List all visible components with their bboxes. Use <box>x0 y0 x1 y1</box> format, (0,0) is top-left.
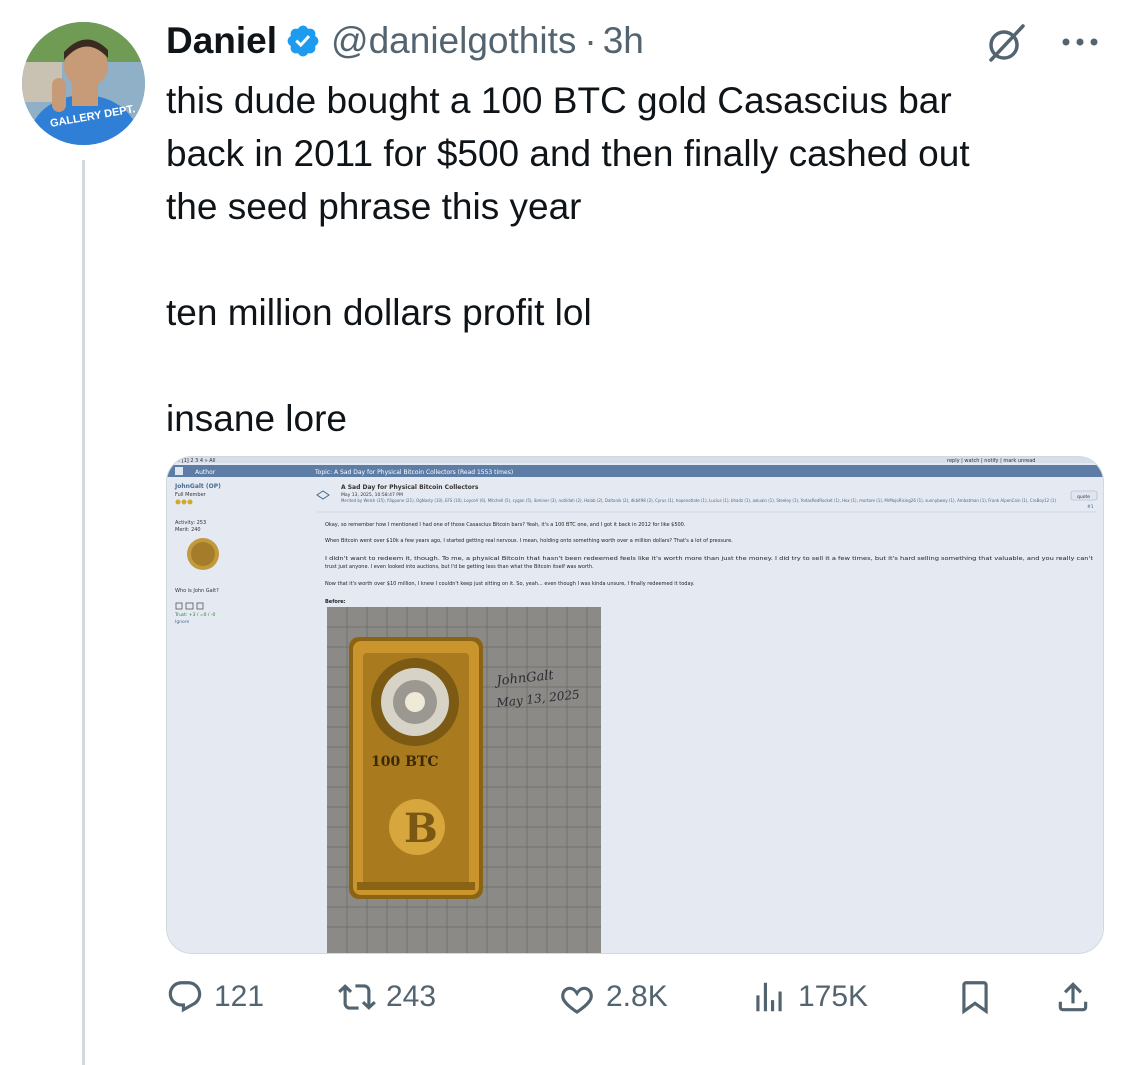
bookmark-icon <box>962 981 988 1015</box>
like-button[interactable]: 2.8K <box>558 972 668 1022</box>
forum-trust: Trust: +3 / =0 / -0 <box>174 612 215 618</box>
forum-top-links[interactable]: reply | watch | notify | mark unread <box>947 458 1035 464</box>
forum-activity: Activity: 253 <box>175 520 206 526</box>
forum-post-number: #1 <box>1087 504 1094 510</box>
share-icon <box>1058 982 1088 1012</box>
forum-quote-button[interactable]: quote <box>1077 494 1090 500</box>
forum-post-paragraph: trust just anyone. I even looked into au… <box>325 564 594 570</box>
header-separator: · <box>584 20 597 61</box>
forum-post-paragraph: Now that it's worth over $10 million, I … <box>325 581 695 587</box>
more-options-icon[interactable] <box>1058 30 1102 54</box>
repost-icon <box>338 984 376 1010</box>
reply-count: 121 <box>214 980 265 1013</box>
reply-icon <box>168 981 202 1013</box>
tweet-line: the seed phrase this year <box>166 186 582 227</box>
gold-bar-label: 100 BTC <box>371 754 439 770</box>
verified-badge-icon <box>287 25 319 57</box>
views-count: 175K <box>798 980 869 1013</box>
avatar[interactable]: GALLERY DEPT. <box>22 22 145 145</box>
forum-post-title[interactable]: A Sad Day for Physical Bitcoin Collector… <box>341 484 479 491</box>
thread-line <box>82 160 85 1065</box>
forum-rank: Full Member <box>175 492 207 498</box>
author-handle[interactable]: @danielgothits <box>331 20 576 62</box>
repost-count: 243 <box>386 980 437 1013</box>
tweet-time[interactable]: 3h <box>603 20 644 62</box>
grok-icon[interactable] <box>985 22 1027 64</box>
tweet-media-image[interactable]: « [1] 2 3 4 » All reply | watch | notify… <box>166 456 1104 954</box>
tweet-line: insane lore <box>166 398 348 439</box>
forum-before-label: Before: <box>325 599 346 605</box>
tweet-line: back in 2011 for $500 and then finally c… <box>166 133 970 174</box>
tweet-line: ten million dollars profit lol <box>166 292 592 333</box>
tweet-actions: 121 243 2.8K 175K <box>160 972 1105 1022</box>
repost-button[interactable]: 243 <box>338 972 436 1022</box>
reply-button[interactable]: 121 <box>166 972 264 1022</box>
like-count: 2.8K <box>606 980 668 1013</box>
forum-who-text: Who is John Galt? <box>175 588 219 594</box>
forum-merited-by: Merited by Welsh (35), filippone (21), O… <box>341 498 1056 503</box>
forum-username[interactable]: JohnGalt (OP) <box>174 483 221 490</box>
forum-topic: Topic: A Sad Day for Physical Bitcoin Co… <box>314 469 513 476</box>
analytics-icon <box>756 982 782 1012</box>
tweet-header: Daniel @danielgothits · 3h <box>166 18 644 64</box>
author-name[interactable]: Daniel <box>166 20 277 62</box>
gold-bar-photo[interactable]: 100 BTC B JohnGalt May 13, 2025 <box>327 607 601 953</box>
forum-pager[interactable]: « [1] 2 3 4 » All <box>177 458 215 464</box>
forum-post-paragraph: I didn't want to redeem it, though. To m… <box>325 556 1093 562</box>
forum-post-paragraph: When Bitcoin went over $10k a few years … <box>325 538 733 544</box>
forum-col-author: Author <box>195 469 216 476</box>
heart-icon <box>561 986 593 1014</box>
bookmark-button[interactable] <box>956 972 994 1022</box>
forum-post-paragraph: Okay, so remember how I mentioned I had … <box>325 522 686 528</box>
tweet-text: this dude bought a 100 BTC gold Casasciu… <box>166 74 1096 445</box>
forum-merit: Merit: 240 <box>175 527 201 533</box>
forum-ignore-link[interactable]: Ignore <box>175 619 190 625</box>
tweet-line: this dude bought a 100 BTC gold Casasciu… <box>166 80 952 121</box>
share-button[interactable] <box>1054 972 1092 1022</box>
svg-text:B: B <box>404 805 438 852</box>
views-button[interactable]: 175K <box>750 972 868 1022</box>
